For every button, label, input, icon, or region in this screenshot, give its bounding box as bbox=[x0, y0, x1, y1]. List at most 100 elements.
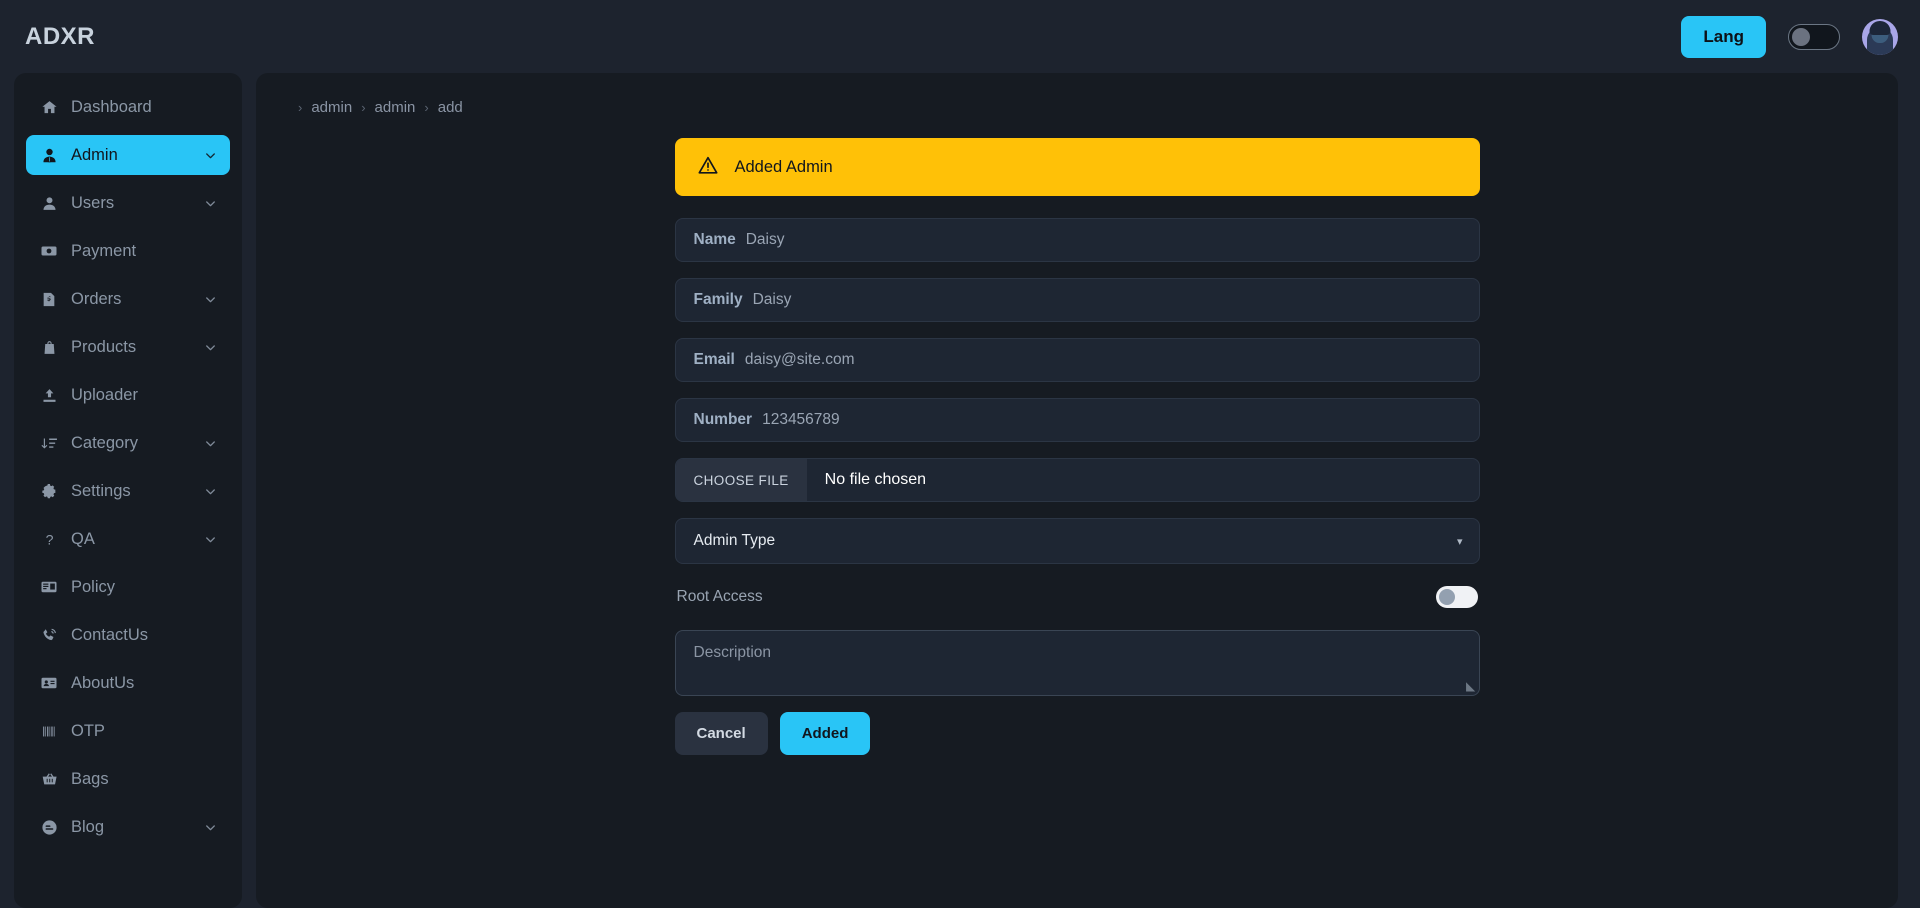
main-content-panel: › admin › admin › add Added Admin Name D… bbox=[256, 73, 1898, 908]
breadcrumb-item-3[interactable]: add bbox=[438, 99, 463, 116]
name-field[interactable]: Name Daisy bbox=[674, 218, 1480, 262]
chevron-down-icon[interactable] bbox=[203, 436, 218, 451]
money-icon bbox=[38, 242, 60, 260]
breadcrumb-item-1[interactable]: admin bbox=[311, 99, 352, 116]
page-layout: Dashboard Admin Users Payment Orders Products… bbox=[0, 73, 1920, 908]
status-alert-banner: Added Admin bbox=[674, 138, 1480, 196]
sidebar-item-label: Users bbox=[71, 193, 115, 212]
theme-toggle-switch[interactable] bbox=[1788, 23, 1840, 50]
file-chosen-status: No file chosen bbox=[824, 471, 927, 488]
choose-file-button[interactable]: CHOOSE FILE bbox=[675, 459, 807, 501]
home-icon bbox=[38, 99, 60, 116]
breadcrumb-separator: › bbox=[298, 100, 303, 115]
description-textarea[interactable]: Description ◢ bbox=[674, 630, 1480, 696]
root-access-label: Root Access bbox=[676, 588, 763, 605]
sidebar-item-dashboard[interactable]: Dashboard bbox=[26, 87, 230, 127]
app-logo: ADXR bbox=[25, 22, 96, 50]
barcode-icon bbox=[38, 723, 60, 740]
sidebar-item-policy[interactable]: Policy bbox=[26, 567, 230, 607]
resize-grip-icon[interactable]: ◢ bbox=[1466, 679, 1475, 693]
chevron-down-icon[interactable] bbox=[203, 196, 218, 211]
sidebar-item-contactus[interactable]: ContactUs bbox=[26, 615, 230, 655]
email-field-label: Email bbox=[693, 351, 735, 368]
sidebar-item-label: Settings bbox=[71, 481, 131, 500]
sidebar-item-label: Products bbox=[71, 337, 137, 356]
breadcrumb-separator: › bbox=[361, 100, 366, 115]
form-actions: Cancel Added bbox=[674, 712, 1480, 755]
family-field[interactable]: Family Daisy bbox=[674, 278, 1480, 322]
breadcrumb-item-2[interactable]: admin bbox=[375, 99, 416, 116]
header-actions: Lang bbox=[1681, 15, 1898, 58]
submit-button[interactable]: Added bbox=[779, 712, 871, 755]
sidebar-item-label: QA bbox=[71, 529, 95, 548]
sidebar-item-admin[interactable]: Admin bbox=[26, 135, 230, 175]
user-icon bbox=[38, 195, 60, 212]
book-icon bbox=[38, 578, 60, 596]
theme-toggle-knob bbox=[1792, 27, 1810, 46]
admin-type-select-value: Admin Type bbox=[693, 532, 776, 549]
number-field-value: 123456789 bbox=[762, 411, 840, 428]
bag-icon bbox=[38, 339, 60, 356]
sidebar-item-label: Blog bbox=[71, 817, 105, 836]
sidebar-item-category[interactable]: Category bbox=[26, 423, 230, 463]
sidebar-item-blog[interactable]: Blog bbox=[26, 807, 230, 847]
receipt-icon bbox=[38, 291, 60, 308]
sidebar-item-uploader[interactable]: Uploader bbox=[26, 375, 230, 415]
sidebar-item-label: ContactUs bbox=[71, 625, 149, 644]
family-field-value: Daisy bbox=[752, 291, 792, 308]
sidebar-item-settings[interactable]: Settings bbox=[26, 471, 230, 511]
chevron-down-icon[interactable] bbox=[203, 148, 218, 163]
sidebar-item-otp[interactable]: OTP bbox=[26, 711, 230, 751]
chevron-down-icon[interactable] bbox=[203, 484, 218, 499]
svg-text:?: ? bbox=[45, 532, 53, 548]
gear-icon bbox=[38, 483, 60, 500]
sidebar-item-users[interactable]: Users bbox=[26, 183, 230, 223]
file-upload-field[interactable]: CHOOSE FILE No file chosen bbox=[674, 458, 1480, 502]
question-mark-icon: ? bbox=[38, 531, 60, 548]
avatar[interactable] bbox=[1862, 18, 1898, 55]
basket-icon bbox=[38, 771, 60, 788]
sidebar-item-products[interactable]: Products bbox=[26, 327, 230, 367]
admin-type-select[interactable]: Admin Type ▾ bbox=[674, 518, 1480, 564]
sidebar-item-label: Policy bbox=[71, 577, 116, 596]
sidebar-navigation: Dashboard Admin Users Payment Orders Products… bbox=[14, 73, 242, 908]
sidebar-item-label: Dashboard bbox=[71, 97, 152, 116]
number-field[interactable]: Number 123456789 bbox=[674, 398, 1480, 442]
breadcrumb: › admin › admin › add bbox=[298, 99, 1868, 116]
chevron-down-icon: ▾ bbox=[1456, 535, 1463, 548]
sort-list-icon bbox=[38, 435, 60, 452]
sidebar-item-label: Admin bbox=[71, 145, 118, 164]
warning-triangle-icon bbox=[697, 154, 719, 181]
root-access-toggle[interactable] bbox=[1435, 586, 1478, 608]
avatar-hair bbox=[1869, 20, 1891, 35]
cancel-button[interactable]: Cancel bbox=[674, 712, 768, 755]
sidebar-item-label: OTP bbox=[71, 721, 105, 740]
chevron-down-icon[interactable] bbox=[203, 820, 218, 835]
sidebar-item-label: Payment bbox=[71, 241, 137, 260]
sidebar-item-aboutus[interactable]: AboutUs bbox=[26, 663, 230, 703]
top-header-bar: ADXR Lang bbox=[0, 0, 1920, 73]
email-field-value: daisy@site.com bbox=[744, 351, 855, 368]
name-field-value: Daisy bbox=[745, 231, 785, 248]
sidebar-item-label: Bags bbox=[71, 769, 109, 788]
email-field[interactable]: Email daisy@site.com bbox=[674, 338, 1480, 382]
sidebar-item-label: Uploader bbox=[71, 385, 138, 404]
chevron-down-icon[interactable] bbox=[203, 532, 218, 547]
phone-ring-icon bbox=[38, 627, 60, 644]
sidebar-item-payment[interactable]: Payment bbox=[26, 231, 230, 271]
chevron-down-icon[interactable] bbox=[203, 340, 218, 355]
family-field-label: Family bbox=[693, 291, 743, 308]
language-button[interactable]: Lang bbox=[1681, 15, 1766, 58]
sidebar-item-label: Orders bbox=[71, 289, 122, 308]
chevron-down-icon[interactable] bbox=[203, 292, 218, 307]
sidebar-item-qa[interactable]: ? QA bbox=[26, 519, 230, 559]
blogger-icon bbox=[38, 819, 60, 836]
sidebar-item-label: AboutUs bbox=[71, 673, 135, 692]
number-field-label: Number bbox=[693, 411, 753, 428]
admin-user-icon bbox=[38, 147, 60, 164]
add-admin-form: Added Admin Name Daisy Family Daisy Emai… bbox=[674, 138, 1480, 755]
sidebar-item-orders[interactable]: Orders bbox=[26, 279, 230, 319]
breadcrumb-separator: › bbox=[424, 100, 429, 115]
sidebar-item-bags[interactable]: Bags bbox=[26, 759, 230, 799]
upload-icon bbox=[38, 387, 60, 404]
